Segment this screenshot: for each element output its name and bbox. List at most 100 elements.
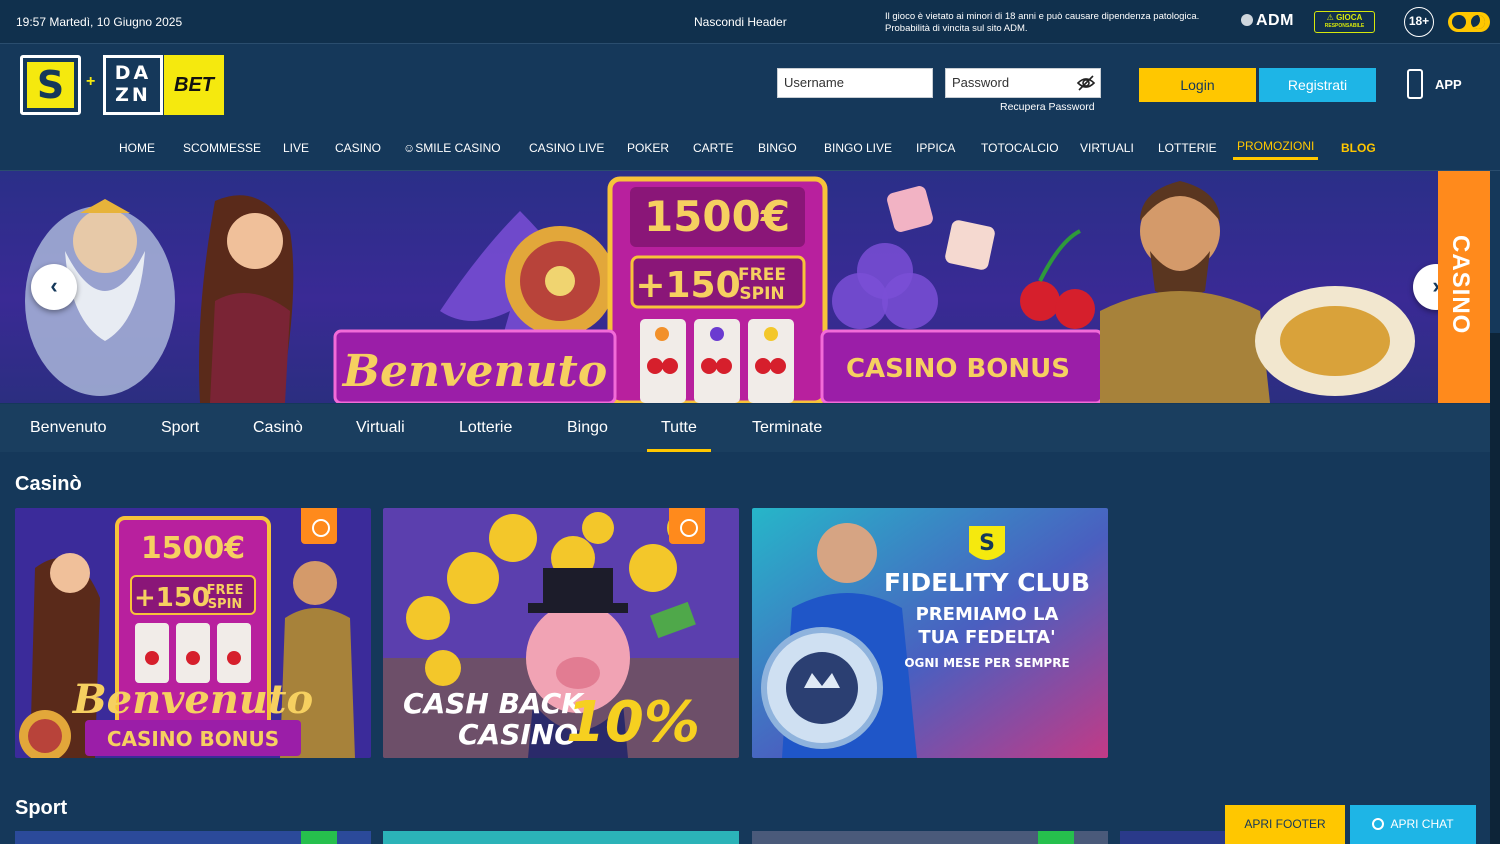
main-header: S + DA ZN BET Username Password Recupera… — [0, 45, 1500, 171]
warning-icon: ⚠ — [1326, 13, 1334, 22]
page-scrollbar[interactable] — [1490, 171, 1500, 844]
tab-tutte[interactable]: Tutte — [647, 419, 711, 452]
card-welcome-artwork: 1500€ +150 FREE SPIN Benvenuto CASINO BO… — [15, 508, 371, 758]
card-cashback-artwork: CASH BACK CASINO 10% — [383, 508, 739, 758]
logo-plus: + — [86, 73, 96, 90]
card3-badge: S — [979, 531, 995, 556]
side-tab-label: CASINO — [1447, 235, 1474, 335]
nav-smile-casino-label: SMILE CASINO — [415, 141, 501, 155]
scrollbar-thumb[interactable] — [1490, 171, 1500, 333]
promo-category-tabs: Benvenuto Sport Casinò Virtuali Lotterie… — [0, 404, 1490, 452]
card2-line2: CASINO — [458, 718, 578, 751]
sport-card-4[interactable] — [1120, 831, 1225, 844]
logo-dazn[interactable]: DA ZN — [103, 55, 163, 115]
sport-card-2[interactable] — [383, 831, 739, 844]
card1-spins: +150 — [134, 583, 210, 613]
section-title-sport: Sport — [15, 797, 68, 819]
promo-card-fidelity[interactable]: S FIDELITY CLUB PREMIAMO LA TUA FEDELTA'… — [752, 508, 1108, 758]
chat-icon — [1372, 818, 1385, 830]
moon-icon — [1471, 15, 1485, 29]
gioca-label: GIOCA — [1336, 13, 1363, 22]
promo-card-cashback[interactable]: CASH BACK CASINO 10% — [383, 508, 739, 758]
password-input[interactable]: Password — [945, 68, 1101, 98]
nav-carte[interactable]: CARTE — [693, 141, 733, 155]
hide-header-link[interactable]: Nascondi Header — [694, 15, 787, 29]
register-button[interactable]: Registrati — [1259, 68, 1376, 102]
card1-spin: SPIN — [208, 597, 243, 612]
nav-ippica[interactable]: IPPICA — [916, 141, 955, 155]
card1-amount: 1500€ — [141, 531, 245, 566]
adm-logo[interactable]: ADM — [1241, 12, 1294, 30]
password-placeholder: Password — [952, 75, 1010, 90]
sport-category-icon — [301, 831, 337, 844]
casino-category-icon — [669, 508, 705, 544]
eye-slash-icon[interactable] — [1076, 73, 1096, 93]
nav-live[interactable]: LIVE — [283, 141, 309, 155]
nav-poker[interactable]: POKER — [627, 141, 669, 155]
banner-free: FREE — [738, 265, 786, 285]
card3-line2: TUA FEDELTA' — [918, 627, 1055, 648]
nav-home[interactable]: HOME — [119, 141, 155, 155]
theme-toggle[interactable] — [1448, 12, 1490, 32]
nav-bingo-live[interactable]: BINGO LIVE — [824, 141, 892, 155]
banner-prev-arrow[interactable]: ‹ — [31, 264, 77, 310]
logo-bet[interactable]: BET — [164, 55, 224, 115]
nav-blog[interactable]: BLOG — [1341, 141, 1376, 155]
sport-card-3[interactable] — [752, 831, 1108, 844]
card2-line1: CASH BACK — [403, 687, 585, 720]
dazn-line-1: DA — [114, 62, 152, 84]
age-18-badge: 18+ — [1404, 7, 1434, 37]
tab-terminate[interactable]: Terminate — [752, 419, 822, 437]
datetime: 19:57 Martedì, 10 Giugno 2025 — [16, 15, 183, 29]
section-title-casino: Casinò — [15, 473, 82, 495]
app-label: APP — [1435, 77, 1462, 92]
tab-casino[interactable]: Casinò — [253, 419, 303, 437]
nav-lotterie[interactable]: LOTTERIE — [1158, 141, 1217, 155]
card3-title: FIDELITY CLUB — [884, 568, 1090, 597]
hero-banner[interactable]: 1500€ +150 FREE SPIN Benvenuto CASINO BO… — [0, 171, 1438, 403]
gioca-responsabile-badge[interactable]: ⚠ GIOCA RESPONSABILE — [1314, 11, 1375, 33]
username-input[interactable]: Username — [777, 68, 933, 98]
nav-promozioni[interactable]: PROMOZIONI — [1232, 139, 1319, 160]
sport-card-1[interactable] — [15, 831, 371, 844]
phone-icon — [1407, 69, 1423, 99]
logo-smile[interactable]: S — [20, 55, 81, 115]
card-fidelity-artwork: S FIDELITY CLUB PREMIAMO LA TUA FEDELTA'… — [752, 508, 1108, 758]
main-nav: HOME SCOMMESSE LIVE CASINO ☺SMILE CASINO… — [0, 139, 1500, 165]
nav-casino-live[interactable]: CASINO LIVE — [529, 141, 604, 155]
card1-free: FREE — [207, 583, 244, 598]
banner-welcome: Benvenuto — [341, 346, 607, 397]
adm-label: ADM — [1256, 12, 1294, 29]
nav-scommesse[interactable]: SCOMMESSE — [183, 141, 261, 155]
banner-spins: +150 — [635, 265, 740, 306]
toggle-knob — [1452, 15, 1466, 29]
recover-password-link[interactable]: Recupera Password — [1000, 101, 1095, 113]
banner-artwork: 1500€ +150 FREE SPIN Benvenuto CASINO BO… — [25, 176, 1415, 403]
logo-s-letter: S — [27, 62, 74, 108]
casino-category-icon — [301, 508, 337, 544]
nav-casino[interactable]: CASINO — [335, 141, 381, 155]
login-button[interactable]: Login — [1139, 68, 1256, 102]
adm-emblem-icon — [1241, 14, 1253, 26]
promo-card-welcome-bonus[interactable]: 1500€ +150 FREE SPIN Benvenuto CASINO BO… — [15, 508, 371, 758]
casino-side-tab[interactable]: CASINO — [1438, 171, 1490, 403]
tab-lotterie[interactable]: Lotterie — [459, 419, 512, 437]
dazn-line-2: ZN — [115, 84, 151, 106]
card2-percent: 10% — [566, 690, 700, 755]
card3-line3: OGNI MESE PER SEMPRE — [904, 656, 1069, 670]
open-chat-button[interactable]: APRI CHAT — [1350, 805, 1476, 844]
nav-virtuali[interactable]: VIRTUALI — [1080, 141, 1134, 155]
top-info-bar: 19:57 Martedì, 10 Giugno 2025 Nascondi H… — [0, 0, 1500, 44]
card3-line1: PREMIAMO LA — [916, 604, 1059, 625]
open-chat-label: APRI CHAT — [1390, 817, 1454, 831]
legal-line-2: Probabilità di vincita sul sito ADM. — [885, 23, 1028, 34]
nav-totocalcio[interactable]: TOTOCALCIO — [981, 141, 1059, 155]
nav-smile-casino[interactable]: ☺SMILE CASINO — [403, 141, 501, 155]
tab-bingo[interactable]: Bingo — [567, 419, 608, 437]
tab-sport[interactable]: Sport — [161, 419, 199, 437]
tab-virtuali[interactable]: Virtuali — [356, 419, 405, 437]
nav-bingo[interactable]: BINGO — [758, 141, 797, 155]
tab-benvenuto[interactable]: Benvenuto — [30, 419, 107, 437]
open-footer-button[interactable]: APRI FOOTER — [1225, 805, 1345, 844]
banner-bonus: CASINO BONUS — [846, 354, 1070, 384]
